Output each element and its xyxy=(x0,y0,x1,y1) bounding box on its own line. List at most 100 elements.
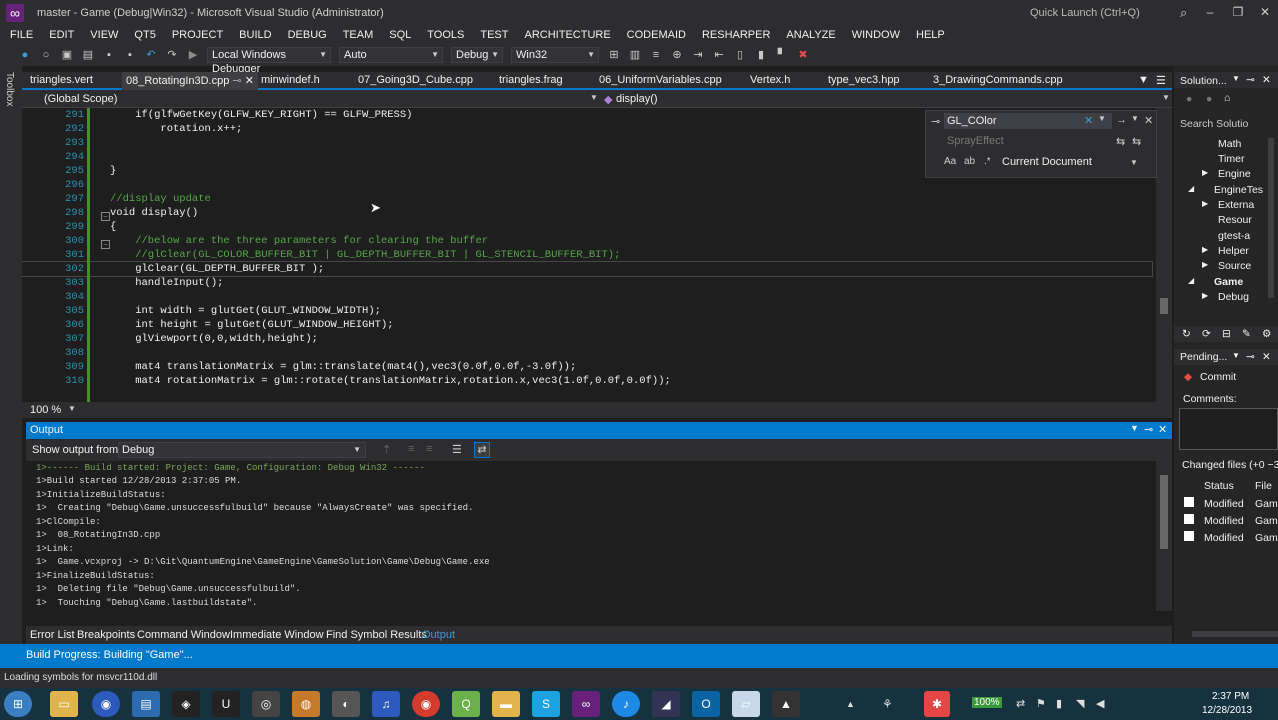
tab-immediate-window[interactable]: Immediate Window xyxy=(230,629,324,641)
toolbox-tab[interactable]: Toolbox xyxy=(4,72,15,106)
forward-icon[interactable]: ○ xyxy=(39,48,53,62)
tool-icon[interactable]: ◢ xyxy=(652,691,680,717)
undo-icon[interactable]: ↶ xyxy=(144,48,158,62)
visual-studio-icon[interactable]: ∞ xyxy=(572,691,600,717)
member-dropdown[interactable]: display() xyxy=(616,93,658,105)
home-icon[interactable]: ⌂ xyxy=(1224,92,1230,104)
start-debugging-icon[interactable]: ▶ xyxy=(186,48,200,62)
tab-command-window[interactable]: Command Window xyxy=(137,629,230,641)
network-tray-icon[interactable]: ⚘ xyxy=(882,697,893,711)
tab-overflow-icon[interactable]: ▼ xyxy=(1138,74,1149,86)
notepad-icon[interactable]: ▱ xyxy=(732,691,760,717)
chrome-icon[interactable]: ◉ xyxy=(412,691,440,717)
tab-output[interactable]: Output xyxy=(422,629,455,641)
menu-window[interactable]: WINDOW xyxy=(852,29,900,41)
clear-all-icon[interactable]: ☰ xyxy=(452,443,462,456)
redo-icon[interactable]: ↷ xyxy=(165,48,179,62)
itunes-icon[interactable]: ♪ xyxy=(612,691,640,717)
eye-icon[interactable]: ◎ xyxy=(252,691,280,717)
qt-icon[interactable]: Q xyxy=(452,691,480,717)
format-icon[interactable]: ≡ xyxy=(649,48,663,62)
expand-icon[interactable]: ▶ xyxy=(1202,245,1208,254)
tab-minwindef-h[interactable]: minwindef.h xyxy=(261,74,320,86)
expand-icon[interactable]: ▶ xyxy=(1202,199,1208,208)
open-file-icon[interactable]: ▤ xyxy=(81,48,95,62)
find-in-files-icon[interactable]: ⊞ xyxy=(607,48,621,62)
outdent-icon[interactable]: ⇤ xyxy=(712,48,726,62)
indent-icon[interactable]: ⇥ xyxy=(691,48,705,62)
refresh-icon[interactable]: ⟳ xyxy=(1202,328,1211,340)
menu-architecture[interactable]: ARCHITECTURE xyxy=(525,29,611,41)
minimize-icon[interactable]: – xyxy=(1200,5,1220,19)
chevron-down-icon[interactable]: ▼ xyxy=(1131,114,1139,123)
tree-item[interactable]: Game xyxy=(1214,276,1243,288)
back-icon[interactable]: ● xyxy=(1186,93,1192,105)
skype-icon[interactable]: S xyxy=(532,691,560,717)
tab-type-vec3[interactable]: type_vec3.hpp xyxy=(828,74,900,86)
start-icon[interactable]: ⊞ xyxy=(4,691,32,717)
replace-all-icon[interactable]: ⇆ xyxy=(1132,135,1141,148)
find-message-icon[interactable]: ≡ xyxy=(426,443,432,455)
menu-help[interactable]: HELP xyxy=(916,29,945,41)
tab-list-icon[interactable]: ☰ xyxy=(1156,74,1166,87)
clock-date[interactable]: 12/28/2013 xyxy=(1202,705,1252,716)
file-checkbox[interactable] xyxy=(1184,531,1194,541)
go-to-previous-icon[interactable]: ⇡ xyxy=(382,443,391,456)
collapse-all-icon[interactable]: ⊟ xyxy=(1222,328,1231,340)
browser-icon[interactable]: ◉ xyxy=(92,691,120,717)
tree-item[interactable]: Math xyxy=(1218,138,1241,150)
tab-vertex-h[interactable]: Vertex.h xyxy=(750,74,790,86)
clear-search-icon[interactable]: ✕ xyxy=(1084,114,1093,127)
file-name[interactable]: Gam xyxy=(1255,532,1278,544)
tree-item[interactable]: Helper xyxy=(1218,245,1249,257)
whole-word-icon[interactable]: ab xyxy=(964,156,975,167)
collapse-icon[interactable]: − xyxy=(101,240,110,249)
close-icon[interactable]: ✕ xyxy=(1262,74,1271,86)
search-icon[interactable]: ⌕ xyxy=(1180,5,1187,21)
folder-icon[interactable]: ▬ xyxy=(492,691,520,717)
show-all-icon[interactable]: ⚙ xyxy=(1262,328,1271,340)
commit-button[interactable]: Commit xyxy=(1200,371,1236,383)
headset-icon[interactable]: ♫ xyxy=(372,691,400,717)
status-column-header[interactable]: Status xyxy=(1204,480,1234,492)
tab-breakpoints[interactable]: Breakpoints xyxy=(77,629,135,641)
solution-search-input[interactable]: Search Solutio xyxy=(1180,118,1248,130)
tab-rotating-in-3d[interactable]: 08_RotatingIn3D.cpp ⊸ ✕ xyxy=(122,72,258,90)
tab-error-list[interactable]: Error List xyxy=(30,629,75,641)
tab-uniform-variables[interactable]: 06_UniformVariables.cpp xyxy=(599,74,722,86)
pin-icon[interactable]: ⊸ xyxy=(232,75,241,87)
debugger-select[interactable]: Local Windows Debugger ▼ xyxy=(207,47,331,75)
clock-time[interactable]: 2:37 PM xyxy=(1212,691,1249,702)
tree-item[interactable]: Resour xyxy=(1218,214,1252,226)
menu-edit[interactable]: EDIT xyxy=(49,29,74,41)
menu-tools[interactable]: TOOLS xyxy=(427,29,464,41)
tab-drawing-commands[interactable]: 3_DrawingCommands.cpp xyxy=(933,74,1063,86)
regex-icon[interactable]: .* xyxy=(984,156,991,167)
comments-input[interactable] xyxy=(1179,408,1278,450)
collapse-icon[interactable]: − xyxy=(101,212,110,221)
menu-file[interactable]: FILE xyxy=(10,29,33,41)
horizontal-scrollbar[interactable] xyxy=(1192,631,1278,637)
tab-find-symbol-results[interactable]: Find Symbol Results xyxy=(326,629,427,641)
tree-item[interactable]: Timer xyxy=(1218,153,1244,165)
word-wrap-icon[interactable]: ⇄ xyxy=(474,442,490,458)
comment-icon[interactable]: ▯ xyxy=(733,48,747,62)
quick-launch-input[interactable]: Quick Launch (Ctrl+Q) xyxy=(1030,7,1170,19)
back-icon[interactable]: ● xyxy=(18,48,32,62)
chevron-down-icon[interactable]: ▼ xyxy=(1130,423,1139,433)
close-find-icon[interactable]: ✕ xyxy=(1144,114,1153,127)
save-icon[interactable]: ▪ xyxy=(102,48,116,62)
zoom-level[interactable]: 100 % xyxy=(30,404,61,416)
platform-select[interactable]: Win32 ▼ xyxy=(511,47,599,63)
unity-icon[interactable]: ◈ xyxy=(172,691,200,717)
tab-triangles-frag[interactable]: triangles.frag xyxy=(499,74,563,86)
battery-indicator[interactable]: 100% xyxy=(972,697,1002,708)
tab-triangles-vert[interactable]: triangles.vert xyxy=(30,74,93,86)
menu-debug[interactable]: DEBUG xyxy=(288,29,327,41)
file-column-header[interactable]: File xyxy=(1255,480,1272,492)
uncomment-icon[interactable]: ▮ xyxy=(754,48,768,62)
scope-dropdown[interactable]: (Global Scope) xyxy=(44,93,117,105)
clear-bookmarks-icon[interactable]: ✖ xyxy=(796,48,810,62)
flag-tray-icon[interactable]: ⚑ xyxy=(1036,697,1046,710)
collapse-icon[interactable]: ◢ xyxy=(1188,184,1194,193)
